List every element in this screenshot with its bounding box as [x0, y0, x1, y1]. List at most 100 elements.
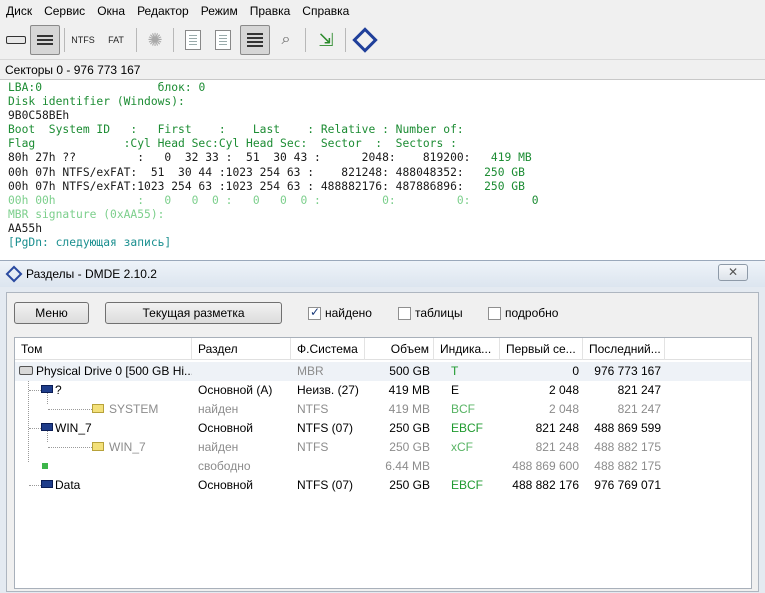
verbose-checkbox-box[interactable] — [488, 306, 501, 320]
row-last-sector: 821 247 — [617, 402, 661, 416]
view-button-2[interactable] — [208, 25, 238, 55]
partition-icon — [41, 480, 53, 488]
select-drive-button[interactable] — [1, 25, 31, 55]
mbr-signature-value: AA55h — [8, 221, 43, 235]
mbr-text-view[interactable]: LBA: 0 блок: 0 Disk identifier (Windows):… — [0, 80, 765, 260]
table-row[interactable]: SYSTEM найден NTFS 419 MB BCF 2 048 821 … — [15, 400, 751, 419]
row-first-sector: 821 248 — [535, 421, 579, 435]
row-last-sector: 488 869 599 — [594, 421, 661, 435]
close-button[interactable]: ✕ — [718, 264, 748, 281]
window-title-bar[interactable]: Разделы - DMDE 2.10.2 ✕ — [0, 261, 765, 287]
found-checkbox[interactable]: найдено — [308, 305, 372, 320]
verbose-checkbox[interactable]: подробно — [488, 306, 558, 320]
partitions-panel: Меню Текущая разметка найдено таблицы по… — [6, 292, 759, 592]
entry-1: 80h 27h ?? : 0 32 33 : 51 30 43 : 2048: … — [8, 151, 471, 165]
column-header-last-sector[interactable]: Последний... — [583, 338, 665, 360]
row-volume: WIN_7 — [55, 421, 92, 435]
hard-drive-icon — [19, 366, 33, 375]
menu-editor[interactable]: Редактор — [131, 0, 195, 22]
partitions-button[interactable] — [30, 25, 60, 55]
menu-tools[interactable]: Сервис — [38, 0, 91, 22]
entry-4-size: 0 — [470, 193, 539, 207]
sector-range-header: Секторы 0 - 976 773 167 — [0, 60, 765, 80]
search-view-button[interactable]: ⌕ — [271, 25, 301, 55]
entry-2-size: 250 GB — [463, 165, 525, 179]
filesystem-icon — [92, 404, 104, 413]
column-header-partition[interactable]: Раздел — [192, 338, 291, 360]
row-size: 250 GB — [389, 478, 430, 492]
row-first-sector: 2 048 — [548, 383, 579, 397]
row-size: 419 MB — [388, 383, 430, 397]
lba-label: LBA: — [8, 81, 36, 94]
row-volume — [55, 457, 185, 476]
dmde-logo-button[interactable] — [350, 25, 380, 55]
tree-branch — [29, 390, 41, 391]
entry-4: 00h 00h : 0 0 0 : 0 0 0 : 0: 0: — [8, 193, 471, 207]
dmde-logo-icon — [352, 27, 378, 53]
row-partition: Основной — [198, 421, 254, 435]
column-header-indicators[interactable]: Индика... — [434, 338, 500, 360]
column-header-first-sector[interactable]: Первый се... — [500, 338, 583, 360]
table-row[interactable]: WIN_7 Основной NTFS (07) 250 GB EBCF 821… — [15, 419, 751, 438]
row-size: 6.44 MB — [385, 459, 430, 473]
row-last-sector: 976 773 167 — [594, 364, 661, 378]
partition-icon — [41, 385, 53, 393]
fat-label: FAT — [108, 35, 124, 45]
document-icon — [215, 30, 231, 50]
menu-edit[interactable]: Правка — [244, 0, 297, 22]
text-lines-icon — [247, 33, 263, 47]
table-row[interactable]: свободно 6.44 MB 488 869 600 488 882 175 — [15, 457, 751, 476]
ntfs-button[interactable]: NTFS — [68, 25, 98, 55]
disk-id-label: Disk identifier (Windows): — [8, 95, 185, 109]
view-button-1[interactable] — [178, 25, 208, 55]
tree-branch — [48, 447, 92, 448]
tables-checkbox-box[interactable] — [398, 306, 411, 320]
current-layout-button[interactable]: Текущая разметка — [105, 302, 282, 324]
table-row[interactable]: Data Основной NTFS (07) 250 GB EBCF 488 … — [15, 476, 751, 495]
export-button[interactable]: ⇲ — [311, 25, 341, 55]
partitions-table[interactable]: Том Раздел Ф.Система Объем Индика... Пер… — [14, 337, 752, 589]
pgdn-hint: [PgDn: следующая запись] — [8, 236, 172, 250]
column-header-volume[interactable]: Том — [15, 338, 192, 360]
menu-windows[interactable]: Окна — [91, 0, 131, 22]
block-value: 0 — [198, 81, 206, 94]
fat-button[interactable]: FAT — [101, 25, 131, 55]
export-arrow-icon: ⇲ — [318, 29, 334, 50]
menu-help[interactable]: Справка — [296, 0, 355, 22]
row-last-sector: 976 769 071 — [594, 478, 661, 492]
toolbar-separator — [173, 28, 174, 52]
table-row[interactable]: WIN_7 найден NTFS 250 GB xCF 821 248 488… — [15, 438, 751, 457]
menu-bar: Диск Сервис Окна Редактор Режим Правка С… — [0, 0, 765, 22]
row-filesystem — [297, 457, 363, 476]
document-icon — [185, 30, 201, 50]
row-last-sector: 821 247 — [617, 383, 661, 397]
entry-2: 00h 07h NTFS/exFAT: 51 30 44 :1023 254 6… — [8, 165, 464, 179]
column-header-filesystem[interactable]: Ф.Система — [291, 338, 365, 360]
hex-view-button[interactable] — [240, 25, 270, 55]
row-filesystem: NTFS — [297, 402, 329, 416]
entry-3-size: 250 GB — [463, 179, 525, 193]
row-indicators: T — [451, 364, 459, 378]
block-label: блок: — [157, 81, 192, 94]
ntfs-label: NTFS — [71, 35, 95, 45]
row-indicators: EBCF — [451, 421, 484, 435]
row-indicators: BCF — [451, 402, 475, 416]
entry-1-size: 419 MB — [470, 151, 532, 165]
row-last-sector: 488 882 175 — [594, 440, 661, 454]
row-indicators — [451, 457, 496, 476]
sun-button[interactable]: ✺ — [140, 25, 170, 55]
table-header-2: Flag :Cyl Head Sec:Cyl Head Sec: Sector … — [8, 137, 457, 151]
found-checkbox-label: найдено — [325, 306, 372, 320]
table-row[interactable]: Physical Drive 0 [500 GB Hi... MBR 500 G… — [15, 362, 751, 381]
row-size: 500 GB — [389, 364, 430, 378]
row-partition — [198, 362, 288, 381]
menu-mode[interactable]: Режим — [195, 0, 244, 22]
table-row[interactable]: ? Основной (A) Неизв. (27) 419 MB E 2 04… — [15, 381, 751, 400]
found-checkbox-box[interactable] — [308, 305, 321, 320]
column-header-size[interactable]: Объем — [365, 338, 434, 360]
row-volume: ? — [55, 383, 62, 397]
tables-checkbox[interactable]: таблицы — [398, 306, 463, 320]
row-partition: найден — [198, 440, 239, 454]
menu-disk[interactable]: Диск — [0, 0, 38, 22]
menu-button[interactable]: Меню — [14, 302, 89, 324]
